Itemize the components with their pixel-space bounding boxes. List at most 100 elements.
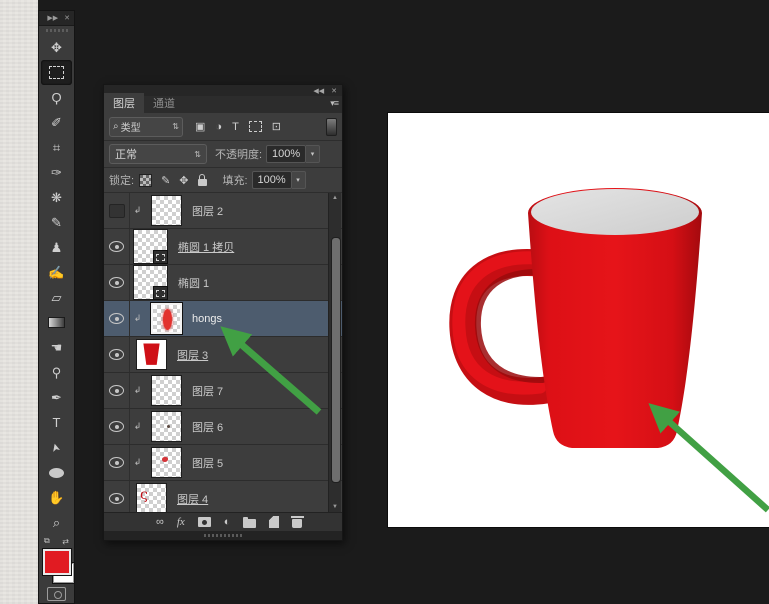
new-layer-icon[interactable] <box>269 516 279 528</box>
filter-toggle-switch[interactable] <box>326 118 337 136</box>
visibility-toggle[interactable] <box>104 373 130 408</box>
fill-value[interactable]: 100% <box>252 171 292 189</box>
type-tool[interactable]: T <box>39 410 74 435</box>
layer-name[interactable]: 图层 6 <box>192 419 223 435</box>
document-canvas[interactable] <box>388 113 769 527</box>
clipping-mask-icon: ↲ <box>130 313 145 324</box>
visibility-toggle[interactable] <box>104 193 130 228</box>
opacity-value[interactable]: 100% <box>266 145 306 163</box>
panel-menu-icon[interactable]: ▾≡ <box>330 98 338 109</box>
dodge-tool[interactable]: ⚲ <box>39 360 74 385</box>
visibility-toggle[interactable] <box>104 445 130 480</box>
layer-name[interactable]: 图层 7 <box>192 383 223 399</box>
layer-name[interactable]: 椭圆 1 <box>178 275 209 291</box>
layer-row-椭圆 1 拷贝[interactable]: 椭圆 1 拷贝 <box>104 229 342 265</box>
visibility-toggle[interactable] <box>104 301 130 336</box>
visibility-toggle[interactable] <box>104 409 130 444</box>
layer-thumbnail[interactable]: ς <box>136 483 167 512</box>
layer-name[interactable]: 图层 5 <box>192 455 223 471</box>
add-layer-mask-icon[interactable] <box>198 517 211 527</box>
link-layers-icon[interactable]: ∞ <box>156 516 164 528</box>
layer-thumbnail[interactable] <box>151 303 182 334</box>
layer-thumbnail[interactable] <box>151 411 182 442</box>
filter-pixel-layers-icon[interactable]: ▣ <box>195 120 205 133</box>
layer-thumbnail[interactable] <box>151 195 182 226</box>
scrollbar[interactable]: ▲ ▼ <box>328 193 341 512</box>
smudge-tool[interactable]: ☚ <box>39 335 74 360</box>
layer-row-图层 4[interactable]: ς 图层 4 <box>104 481 342 512</box>
zoom-tool[interactable]: ⌕ <box>39 510 74 535</box>
spot-healing-brush-tool[interactable]: ❋ <box>39 185 74 210</box>
visibility-toggle[interactable] <box>104 229 130 264</box>
layer-thumbnail[interactable] <box>133 229 168 264</box>
visibility-toggle[interactable] <box>104 265 130 300</box>
layer-styles-icon[interactable]: fx <box>177 516 185 528</box>
layer-name[interactable]: 椭圆 1 拷贝 <box>178 239 234 255</box>
lock-pixels-icon[interactable]: ✎ <box>161 174 170 187</box>
filter-type-layers-icon[interactable]: T <box>232 121 239 133</box>
layer-row-图层 6[interactable]: ↲图层 6 <box>104 409 342 445</box>
brush-tool[interactable]: ✎ <box>39 210 74 235</box>
layer-name[interactable]: 图层 4 <box>177 491 208 507</box>
rectangular-marquee-tool[interactable] <box>41 60 72 85</box>
collapse-panel-icon[interactable]: ▶▶ <box>47 14 58 22</box>
close-panel-icon[interactable]: ✕ <box>64 14 70 22</box>
history-brush-tool[interactable]: ✍ <box>39 260 74 285</box>
visibility-toggle[interactable] <box>104 337 130 372</box>
path-selection-tool[interactable]: ➤ <box>39 435 74 460</box>
hand-tool[interactable]: ✋ <box>39 485 74 510</box>
scroll-down-icon[interactable]: ▼ <box>329 504 341 510</box>
layer-row-图层 7[interactable]: ↲图层 7 <box>104 373 342 409</box>
quick-selection-tool[interactable]: ✐ <box>39 110 74 135</box>
clone-stamp-tool[interactable]: ♟ <box>39 235 74 260</box>
new-group-icon[interactable] <box>243 519 256 528</box>
quick-mask-button[interactable] <box>39 586 74 603</box>
layer-name[interactable]: 图层 3 <box>177 347 208 363</box>
visibility-toggle[interactable] <box>104 481 130 512</box>
layer-row-椭圆 1[interactable]: 椭圆 1 <box>104 265 342 301</box>
panel-grip[interactable] <box>39 26 74 35</box>
lasso-tool[interactable]: Ϙ <box>39 85 74 110</box>
delete-layer-icon[interactable] <box>292 519 302 528</box>
scrollbar-thumb[interactable] <box>331 237 341 483</box>
filter-smart-objects-icon[interactable]: ⊡ <box>272 120 281 133</box>
eyedropper-tool[interactable]: ✑ <box>39 160 74 185</box>
gradient-tool[interactable] <box>39 310 74 335</box>
layer-row-hongs[interactable]: ↲ hongs <box>104 301 342 337</box>
layer-name[interactable]: hongs <box>192 313 222 325</box>
filter-shape-layers-icon[interactable] <box>249 121 262 132</box>
default-colors-icon[interactable]: ⧉ <box>44 536 50 546</box>
layer-row-图层 2[interactable]: ↲图层 2 <box>104 193 342 229</box>
layer-thumbnail[interactable] <box>151 375 182 406</box>
swap-colors-icon[interactable]: ⇄ <box>62 537 69 546</box>
pen-tool[interactable]: ✒ <box>39 385 74 410</box>
filter-adjustment-layers-icon[interactable]: ◑ <box>215 121 222 133</box>
lock-transparency-icon[interactable] <box>139 174 152 187</box>
blend-mode-dropdown[interactable]: 正常 ⇅ <box>109 144 207 164</box>
layer-thumbnail[interactable] <box>133 265 168 300</box>
eye-icon <box>109 493 124 504</box>
fill-dropdown-arrow[interactable]: ▾ <box>292 171 306 189</box>
layer-row-图层 5[interactable]: ↲图层 5 <box>104 445 342 481</box>
layer-name[interactable]: 图层 2 <box>192 203 223 219</box>
lock-position-icon[interactable]: ✥ <box>179 174 188 187</box>
move-tool[interactable]: ✥ <box>39 35 74 60</box>
new-adjustment-layer-icon[interactable]: ◐ <box>224 516 231 528</box>
tab-layers[interactable]: 图层 <box>104 93 144 113</box>
lock-all-icon[interactable] <box>198 179 207 186</box>
tab-channels[interactable]: 通道 <box>144 93 184 113</box>
scroll-up-icon[interactable]: ▲ <box>329 195 341 201</box>
filter-type-dropdown[interactable]: ⌕ 类型 ⇅ <box>109 117 183 137</box>
layer-thumbnail[interactable] <box>151 447 182 478</box>
opacity-dropdown-arrow[interactable]: ▾ <box>306 145 320 163</box>
collapse-panel-icon[interactable]: ◀◀ <box>313 87 324 95</box>
lock-label: 锁定: <box>109 172 134 188</box>
layer-row-图层 3[interactable]: 图层 3 <box>104 337 342 373</box>
eraser-tool[interactable]: ▱ <box>39 285 74 310</box>
panel-resize-handle[interactable] <box>104 531 342 540</box>
ellipse-tool[interactable] <box>39 460 74 485</box>
crop-tool[interactable]: ⌗ <box>39 135 74 160</box>
layer-thumbnail[interactable] <box>136 339 167 370</box>
foreground-color-swatch[interactable] <box>43 549 71 575</box>
close-panel-icon[interactable]: ✕ <box>331 87 337 95</box>
